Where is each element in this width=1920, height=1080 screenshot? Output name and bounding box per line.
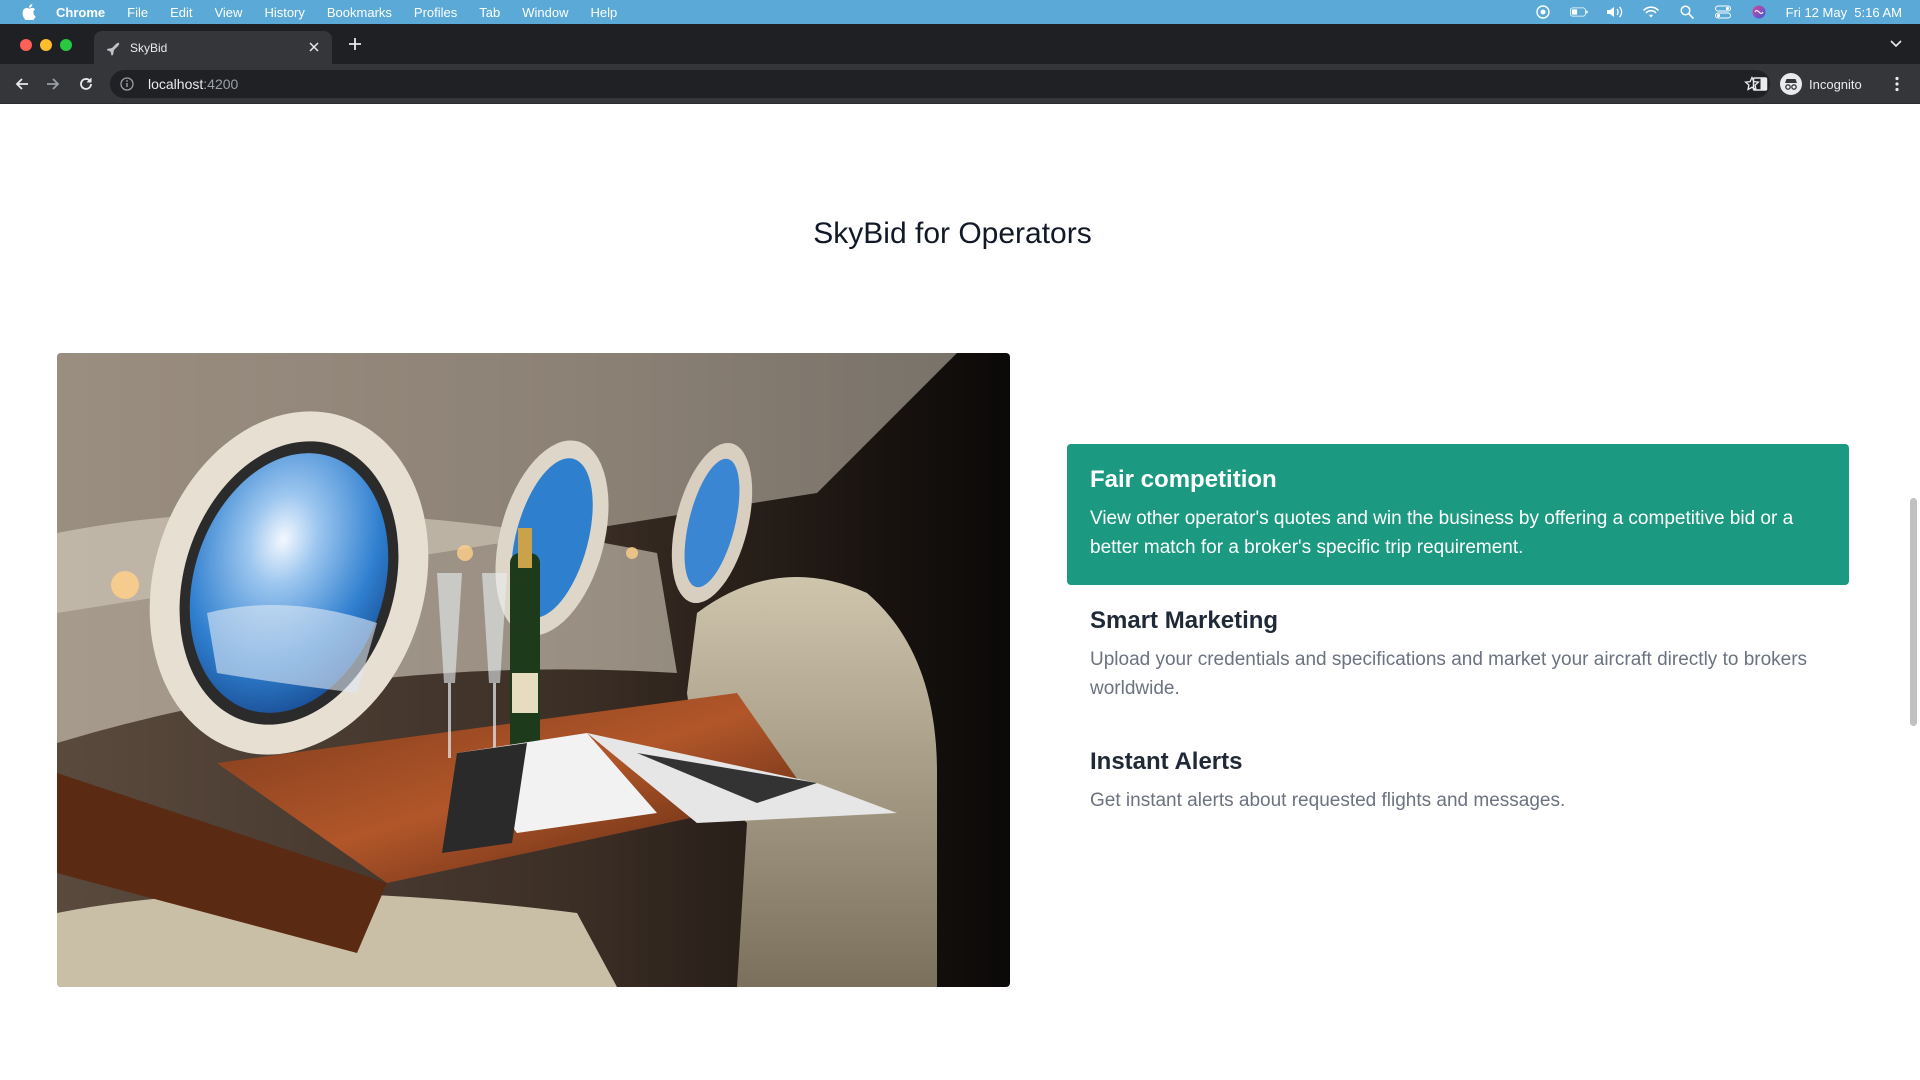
feature-card-instant-alerts[interactable]: Instant Alerts Get instant alerts about …	[1067, 726, 1849, 867]
window-minimize-button[interactable]	[40, 39, 52, 51]
feature-title: Fair competition	[1090, 466, 1277, 493]
menu-bookmarks[interactable]: Bookmarks	[327, 5, 392, 20]
browser-toolbar: localhost :4200 Incognito	[0, 64, 1920, 104]
jet-cabin-image	[57, 353, 1010, 987]
menubar-clock[interactable]: Fri 12 May 5:16 AM	[1786, 5, 1902, 20]
menu-profiles[interactable]: Profiles	[414, 5, 457, 20]
feature-title: Smart Marketing	[1090, 607, 1279, 634]
apple-logo-icon[interactable]	[22, 4, 36, 20]
screen-recording-icon[interactable]	[1534, 5, 1552, 19]
forward-arrow-icon[interactable]	[43, 74, 63, 94]
siri-icon[interactable]	[1750, 5, 1768, 19]
incognito-icon	[1780, 73, 1802, 95]
menu-help[interactable]: Help	[591, 5, 618, 20]
section-title: SkyBid for Operators	[813, 217, 1092, 250]
site-info-icon[interactable]	[120, 76, 136, 92]
feature-description: Upload your credentials and specificatio…	[1090, 649, 1808, 699]
feature-card-fair-competition[interactable]: Fair competition View other operator's q…	[1067, 444, 1849, 585]
back-arrow-icon[interactable]	[12, 74, 32, 94]
volume-icon[interactable]	[1606, 5, 1624, 19]
tab-search-chevron-icon[interactable]	[1888, 36, 1904, 52]
feature-title: Instant Alerts	[1090, 748, 1243, 775]
feature-description: Get instant alerts about requested fligh…	[1090, 790, 1566, 811]
window-zoom-button[interactable]	[60, 39, 72, 51]
menu-history[interactable]: History	[264, 5, 304, 20]
feature-card-smart-marketing[interactable]: Smart Marketing Upload your credentials …	[1067, 585, 1849, 726]
page-viewport: SkyBid for Operators Fair competition Vi…	[0, 104, 1920, 1080]
menu-app-chrome[interactable]: Chrome	[56, 5, 105, 20]
macos-menu-bar: Chrome File Edit View History Bookmarks …	[0, 0, 1920, 24]
menu-file[interactable]: File	[127, 5, 148, 20]
page-scrollbar[interactable]	[1906, 104, 1920, 1080]
menu-tab[interactable]: Tab	[479, 5, 500, 20]
battery-icon[interactable]	[1569, 5, 1588, 19]
wifi-icon[interactable]	[1642, 5, 1660, 19]
browser-tab-strip: SkyBid	[0, 24, 1920, 64]
menu-window[interactable]: Window	[522, 5, 568, 20]
control-center-icon[interactable]	[1714, 5, 1732, 19]
features-list: Fair competition View other operator's q…	[1067, 444, 1849, 867]
incognito-label: Incognito	[1809, 76, 1862, 92]
menu-view[interactable]: View	[214, 5, 242, 20]
side-panel-icon[interactable]	[1752, 75, 1770, 93]
url-host: localhost	[148, 76, 204, 92]
feature-description: View other operator's quotes and win the…	[1090, 508, 1794, 558]
window-close-button[interactable]	[20, 39, 32, 51]
new-tab-plus-icon[interactable]	[346, 35, 364, 53]
tab-close-icon[interactable]	[306, 39, 322, 55]
spotlight-search-icon[interactable]	[1678, 5, 1696, 19]
incognito-profile-button[interactable]: Incognito	[1780, 70, 1862, 98]
tab-title: SkyBid	[130, 40, 168, 55]
scrollbar-thumb[interactable]	[1910, 498, 1917, 726]
address-bar[interactable]: localhost :4200	[110, 70, 1770, 98]
airplane-favicon-icon	[106, 40, 122, 56]
reload-icon[interactable]	[76, 74, 96, 94]
browser-menu-kebab-icon[interactable]	[1888, 75, 1906, 93]
browser-tab-skybid[interactable]: SkyBid	[94, 31, 332, 64]
url-port: :4200	[203, 76, 239, 92]
menu-edit[interactable]: Edit	[170, 5, 192, 20]
